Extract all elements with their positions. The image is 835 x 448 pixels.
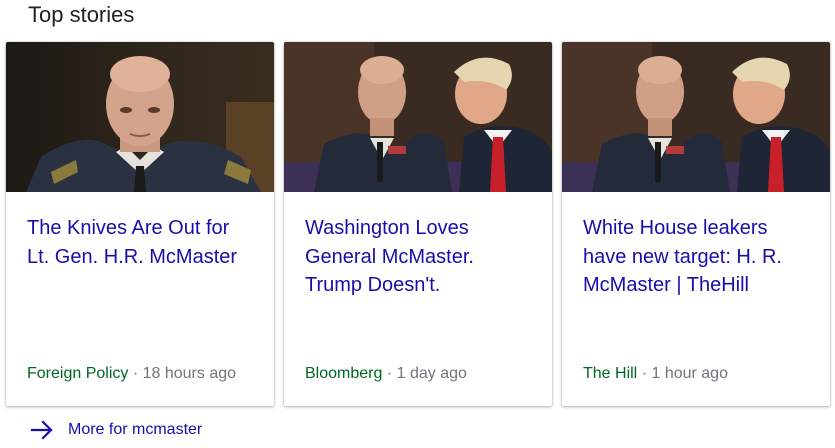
story-source: Bloomberg <box>305 365 383 382</box>
story-headline-link[interactable]: Washington Loves General McMaster. Trump… <box>305 214 533 300</box>
story-headline-link[interactable]: White House leakers have new target: H. … <box>583 214 811 300</box>
story-timestamp: 1 hour ago <box>651 365 728 382</box>
story-thumbnail-image[interactable] <box>6 42 274 192</box>
top-stories-carousel: The Knives Are Out for Lt. Gen. H.R. McM… <box>6 42 830 406</box>
story-thumbnail-image[interactable] <box>284 42 552 192</box>
section-title: Top stories <box>28 2 135 27</box>
story-headline-link[interactable]: The Knives Are Out for Lt. Gen. H.R. McM… <box>27 214 255 271</box>
story-thumbnail-image[interactable] <box>562 42 830 192</box>
story-meta: The Hill · 1 hour ago <box>583 364 728 384</box>
story-card[interactable]: Washington Loves General McMaster. Trump… <box>284 42 552 406</box>
meta-separator: · <box>386 365 393 382</box>
more-stories-label: More for mcmaster <box>68 421 203 438</box>
meta-separator: · <box>641 365 648 382</box>
story-source: The Hill <box>583 365 638 382</box>
meta-separator: · <box>132 365 139 382</box>
arrow-right-icon <box>30 420 53 440</box>
more-stories-link[interactable]: More for mcmaster <box>30 418 202 442</box>
story-timestamp: 18 hours ago <box>142 365 237 382</box>
story-card[interactable]: The Knives Are Out for Lt. Gen. H.R. McM… <box>6 42 274 406</box>
story-timestamp: 1 day ago <box>396 365 467 382</box>
story-meta: Bloomberg · 1 day ago <box>305 364 467 384</box>
story-card[interactable]: White House leakers have new target: H. … <box>562 42 830 406</box>
story-meta: Foreign Policy · 18 hours ago <box>27 364 236 384</box>
story-source: Foreign Policy <box>27 365 129 382</box>
